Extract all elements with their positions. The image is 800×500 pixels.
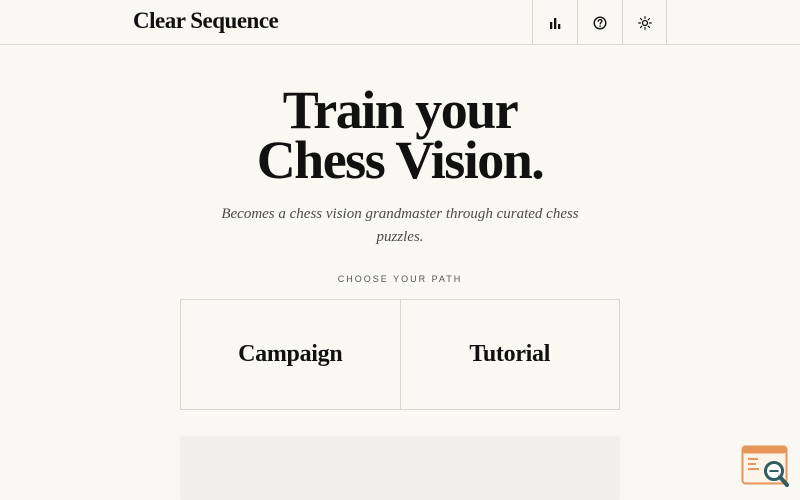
sun-icon [637,15,652,30]
hero-title-line-2: Chess Vision. [256,130,545,190]
brand-logo[interactable]: Clear Sequence [133,7,279,35]
hero-title: Train your Chess Vision. [0,80,800,190]
help-button[interactable] [577,0,622,45]
help-circle-icon [593,15,607,30]
search-widget-icon[interactable] [741,445,791,491]
header-actions [532,0,668,45]
top-navigation-bar: Clear Sequence [0,0,800,45]
hero-subtitle: Becomes a chess vision grandmaster throu… [221,206,579,245]
tutorial-button[interactable]: Tutorial [399,300,620,409]
choose-path-label: CHOOSE YOUR PATH [337,274,463,284]
preview-panel [180,436,620,500]
theme-toggle-button[interactable] [622,0,667,45]
path-options: Campaign Tutorial [180,299,620,410]
hero-section: Train your Chess Vision. Becomes a chess… [0,80,800,249]
bar-chart-icon [550,17,561,29]
stats-button[interactable] [532,0,577,45]
hero-title-line-1: Train your [282,80,519,140]
campaign-button[interactable]: Campaign [181,300,400,409]
